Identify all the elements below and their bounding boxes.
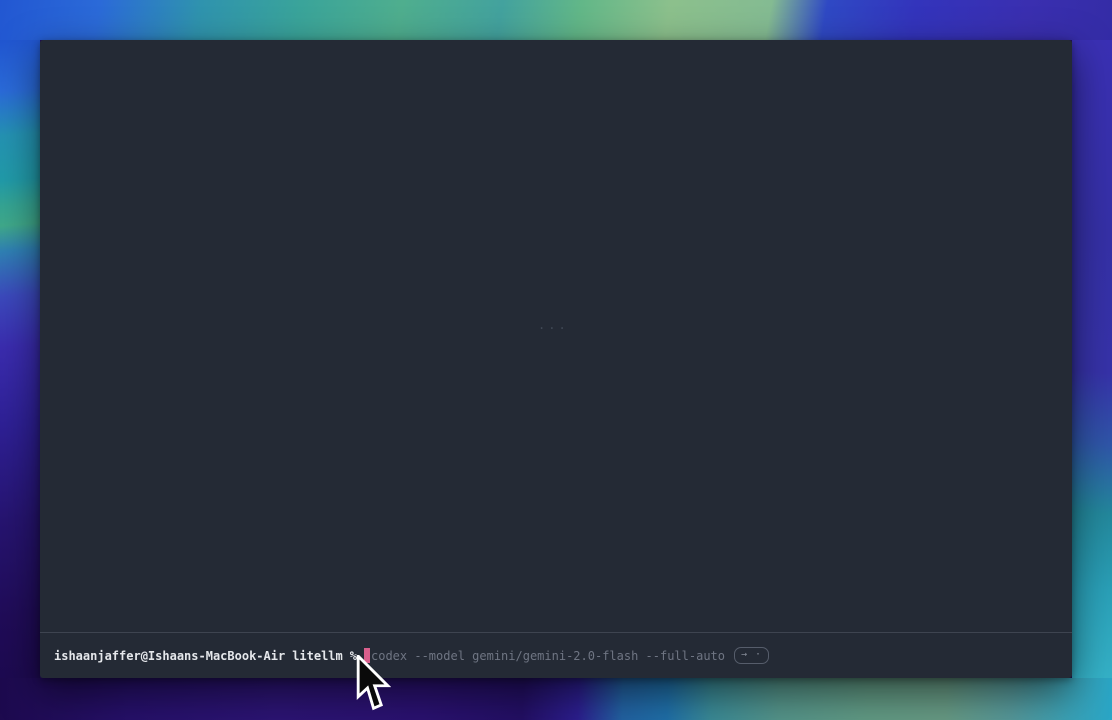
command-prompt[interactable]: ishaanjaffer@Ishaans-MacBook-Air litellm…	[40, 633, 1072, 678]
wallpaper-top	[0, 0, 1112, 40]
terminal-window[interactable]: ... ishaanjaffer@Ishaans-MacBook-Air lit…	[40, 40, 1072, 678]
autosuggestion-text: codex --model gemini/gemini-2.0-flash --…	[371, 649, 725, 663]
accept-suggestion-hint-badge: → ·	[734, 647, 769, 664]
wallpaper-right	[1072, 40, 1112, 678]
prompt-directory: litellm	[292, 649, 343, 663]
text-cursor	[364, 648, 370, 663]
loading-dots: ...	[538, 318, 569, 332]
prompt-user-host: ishaanjaffer@Ishaans-MacBook-Air	[54, 649, 285, 663]
terminal-output: ...	[40, 40, 1072, 632]
prompt-symbol: %	[350, 649, 357, 663]
wallpaper-bottom	[0, 678, 1112, 720]
wallpaper-left	[0, 40, 40, 678]
